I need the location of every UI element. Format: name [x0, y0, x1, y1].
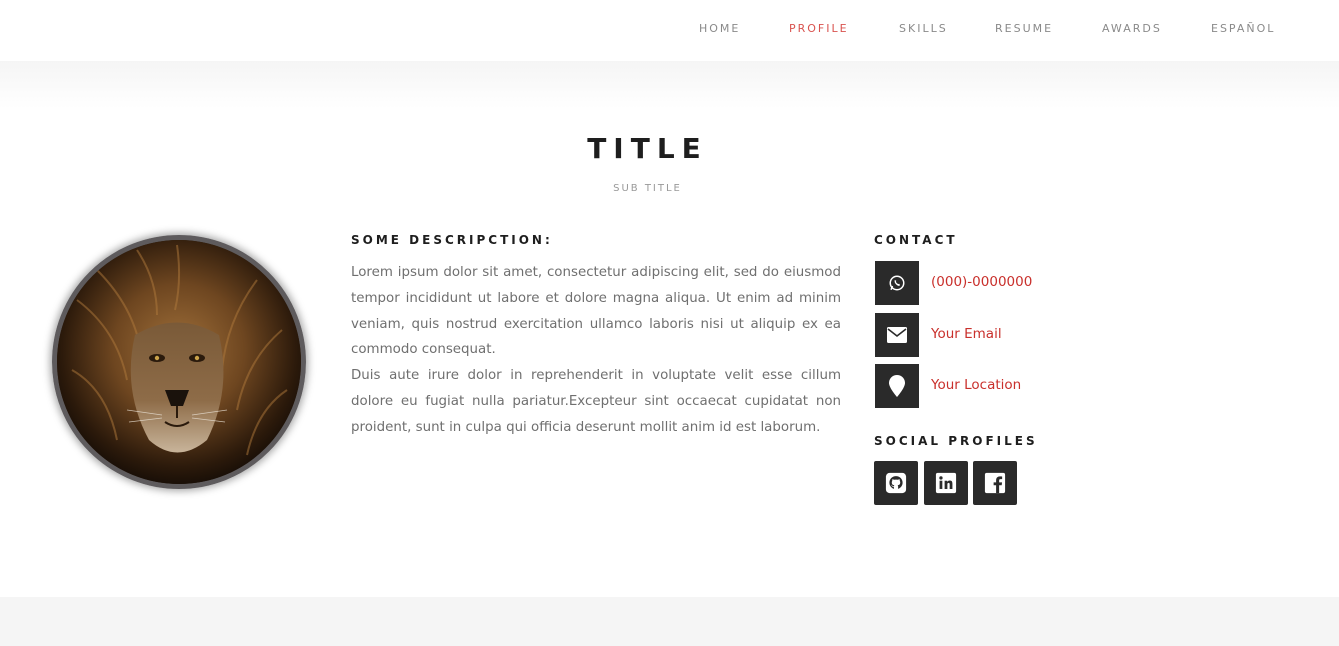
- github-button[interactable]: [874, 461, 918, 505]
- profile-avatar: [52, 235, 306, 489]
- social-heading: SOCIAL PROFILES: [874, 434, 1038, 448]
- description-paragraph: Duis aute irure dolor in reprehenderit i…: [351, 368, 841, 435]
- nav-resume[interactable]: RESUME: [995, 22, 1053, 35]
- nav-awards[interactable]: AWARDS: [1102, 22, 1162, 35]
- description-text: Lorem ipsum dolor sit amet, consectetur …: [351, 260, 841, 441]
- nav-espanol[interactable]: ESPAÑOL: [1211, 22, 1275, 35]
- facebook-icon: [984, 472, 1006, 494]
- github-icon: [885, 472, 907, 494]
- nav-skills[interactable]: SKILLS: [899, 22, 948, 35]
- top-navbar: HOME PROFILE SKILLS RESUME AWARDS ESPAÑO…: [0, 0, 1339, 61]
- contact-heading: CONTACT: [874, 233, 958, 247]
- footer-band: [0, 597, 1339, 646]
- email-link[interactable]: Your Email: [931, 326, 1002, 342]
- linkedin-button[interactable]: [924, 461, 968, 505]
- facebook-button[interactable]: [973, 461, 1017, 505]
- phone-link[interactable]: (000)-0000000: [931, 274, 1032, 290]
- page-title: TITLE: [587, 132, 708, 165]
- description-paragraph: Lorem ipsum dolor sit amet, consectetur …: [351, 265, 841, 358]
- description-heading: SOME DESCRIPCTION:: [351, 233, 553, 247]
- lion-photo-icon: [57, 240, 301, 484]
- nav-home[interactable]: HOME: [699, 22, 740, 35]
- linkedin-icon: [935, 472, 957, 494]
- navbar-shadow: [0, 61, 1339, 109]
- location-link[interactable]: Your Location: [931, 377, 1021, 393]
- page-subtitle: SUB TITLE: [613, 183, 682, 194]
- envelope-icon: [875, 313, 919, 357]
- nav-profile[interactable]: PROFILE: [789, 22, 849, 35]
- map-marker-icon: [875, 364, 919, 408]
- whatsapp-icon: [875, 261, 919, 305]
